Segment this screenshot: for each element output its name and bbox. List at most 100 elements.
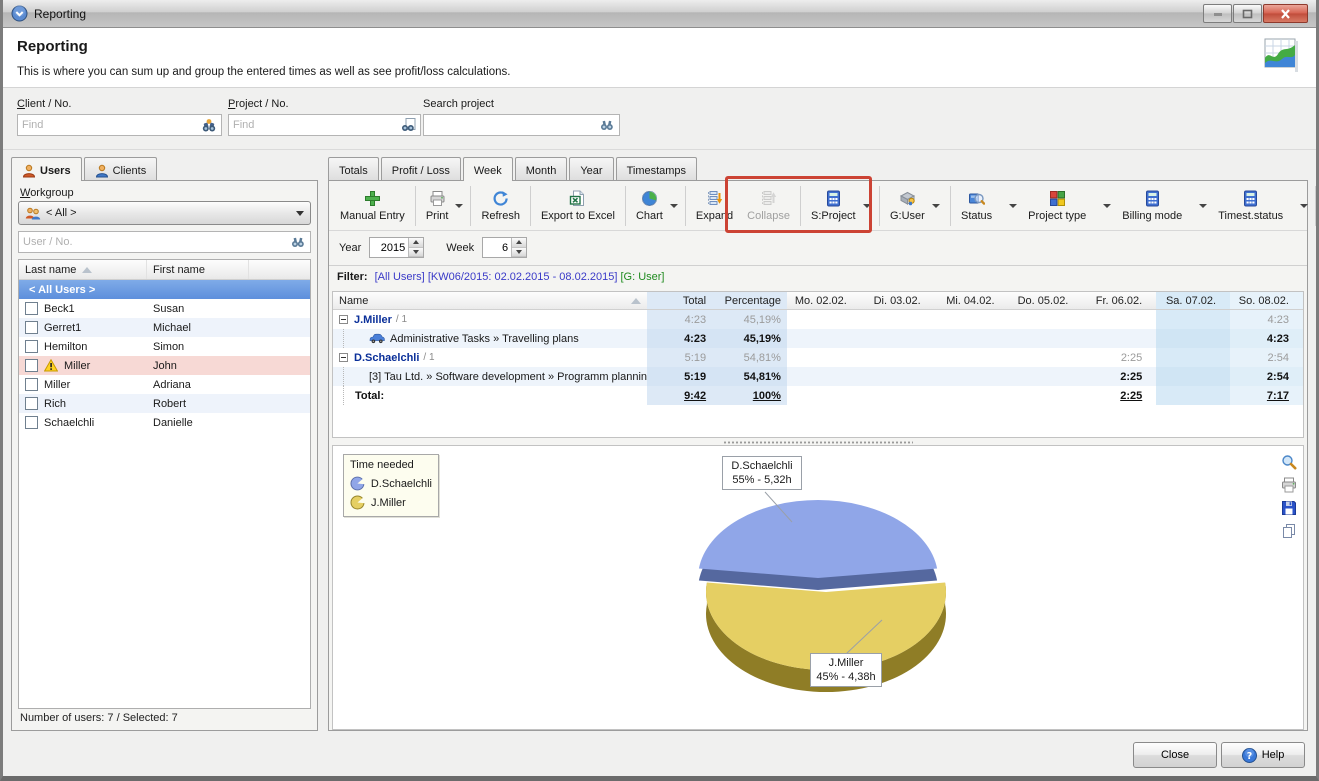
year-stepper[interactable] [369, 237, 424, 258]
tab-profit-loss[interactable]: Profit / Loss [381, 157, 461, 180]
help-button[interactable]: ? Help [1221, 742, 1305, 768]
list-item[interactable]: Gerret1 Michael [19, 318, 310, 337]
column-di[interactable]: Di. 03.02. [861, 292, 935, 309]
filter-users: [All Users] [375, 271, 425, 283]
checkbox[interactable] [25, 359, 38, 372]
manual-entry-button[interactable]: Manual Entry [333, 187, 412, 225]
column-name[interactable]: Name [333, 292, 647, 309]
week-up-button[interactable] [512, 238, 526, 248]
collapse-row-icon[interactable] [339, 315, 348, 324]
project-search-input[interactable] [229, 116, 400, 134]
year-up-button[interactable] [409, 238, 423, 248]
tab-year[interactable]: Year [569, 157, 613, 180]
tab-totals[interactable]: Totals [328, 157, 379, 180]
checkbox[interactable] [25, 397, 38, 410]
chevron-down-icon[interactable] [670, 204, 678, 208]
grid-group-row[interactable]: J.Miller/ 1 4:23 45,19% 4:23 [333, 310, 1303, 329]
last-name: Rich [44, 398, 66, 410]
year-down-button[interactable] [409, 248, 423, 258]
export-to-excel-button[interactable]: Export to Excel [534, 187, 622, 225]
tab-month[interactable]: Month [515, 157, 568, 180]
search-project-input[interactable] [424, 116, 599, 134]
checkbox[interactable] [25, 302, 38, 315]
column-fr[interactable]: Fr. 06.02. [1082, 292, 1156, 309]
client-search-input[interactable] [18, 116, 201, 134]
chevron-down-icon[interactable] [1199, 204, 1207, 208]
reporting-window: Reporting Reporting This is where you ca… [0, 0, 1319, 781]
timestamp-status-button[interactable]: Timest.status [1211, 187, 1312, 225]
chevron-down-icon[interactable] [455, 204, 463, 208]
chevron-down-icon[interactable] [1009, 204, 1017, 208]
year-input[interactable] [370, 238, 408, 257]
checkbox[interactable] [25, 340, 38, 353]
column-first-name[interactable]: First name [147, 260, 249, 279]
cell-day [1156, 348, 1230, 367]
close-window-button[interactable] [1263, 4, 1308, 23]
cell-day [787, 329, 861, 348]
column-sa[interactable]: Sa. 07.02. [1156, 292, 1230, 309]
print-button[interactable]: Print [419, 187, 468, 225]
column-last-name[interactable]: Last name [19, 260, 147, 279]
minimize-button[interactable] [1203, 4, 1232, 23]
week-stepper[interactable] [482, 237, 527, 258]
copy-icon[interactable] [1281, 523, 1297, 539]
column-percentage[interactable]: Percentage [712, 292, 787, 309]
list-item[interactable]: Beck1 Susan [19, 299, 310, 318]
list-item-all-users[interactable]: < All Users > [19, 280, 310, 299]
zoom-icon[interactable] [1281, 454, 1297, 470]
cell-day: 2:25 [1082, 367, 1156, 386]
column-total[interactable]: Total [647, 292, 712, 309]
refresh-button[interactable]: Refresh [474, 187, 527, 225]
tab-users[interactable]: Users [11, 157, 82, 181]
tab-week[interactable]: Week [463, 157, 513, 181]
chevron-down-icon[interactable] [932, 204, 940, 208]
column-mi[interactable]: Mi. 04.02. [935, 292, 1009, 309]
column-do[interactable]: Do. 05.02. [1009, 292, 1083, 309]
grid-child-row[interactable]: Administrative Tasks » Travelling plans … [333, 329, 1303, 348]
last-name: Miller [64, 360, 90, 372]
group-user-button[interactable]: G:User [883, 187, 947, 225]
total-label: Total: [355, 390, 384, 402]
chart-button[interactable]: Chart [629, 187, 682, 225]
user-search-input[interactable] [19, 233, 290, 251]
list-item[interactable]: Rich Robert [19, 394, 310, 413]
project-type-button[interactable]: Project type [1021, 187, 1115, 225]
tab-timestamps[interactable]: Timestamps [616, 157, 698, 180]
grid-group-row[interactable]: D.Schaelchli/ 1 5:19 54,81% 2:25 2:54 [333, 348, 1303, 367]
expand-button[interactable]: Expand [689, 187, 740, 225]
list-item-warning[interactable]: Miller John [19, 356, 310, 375]
print-chart-icon[interactable] [1281, 477, 1297, 493]
title-bar[interactable]: Reporting [3, 0, 1316, 28]
week-input[interactable] [483, 238, 511, 257]
cell-day [861, 348, 935, 367]
column-mo[interactable]: Mo. 02.02. [787, 292, 861, 309]
toolbar-separator [800, 186, 801, 226]
billing-mode-button[interactable]: Billing mode [1115, 187, 1211, 225]
collapse-row-icon[interactable] [339, 353, 348, 362]
week-down-button[interactable] [512, 248, 526, 258]
tab-month-label: Month [526, 165, 557, 177]
chevron-down-icon[interactable] [1103, 204, 1111, 208]
chevron-down-icon[interactable] [863, 204, 871, 208]
workgroup-select[interactable]: < All > [18, 201, 311, 225]
checkbox[interactable] [25, 416, 38, 429]
grid-total-row[interactable]: Total: 9:42 100% 2:25 7:17 [333, 386, 1303, 405]
list-item[interactable]: Schaelchli Danielle [19, 413, 310, 432]
pie-slice-schaelchli[interactable] [699, 500, 937, 578]
list-item[interactable]: Hemilton Simon [19, 337, 310, 356]
save-icon[interactable] [1281, 500, 1297, 516]
grid-child-row[interactable]: [3] Tau Ltd. » Software development » Pr… [333, 367, 1303, 386]
sort-project-button[interactable]: S:Project [804, 187, 876, 225]
status-filter-button[interactable]: Status [954, 187, 1021, 225]
checkbox[interactable] [25, 378, 38, 391]
checkbox[interactable] [25, 321, 38, 334]
tree-line [343, 329, 369, 348]
column-so[interactable]: So. 08.02. [1230, 292, 1303, 309]
list-item[interactable]: Miller Adriana [19, 375, 310, 394]
chevron-down-icon[interactable] [1300, 204, 1308, 208]
maximize-button[interactable] [1233, 4, 1262, 23]
collapse-button[interactable]: Collapse [740, 187, 797, 225]
legend-item: J.Miller [350, 495, 432, 510]
tab-clients[interactable]: Clients [84, 157, 158, 180]
close-button[interactable]: Close [1133, 742, 1217, 768]
